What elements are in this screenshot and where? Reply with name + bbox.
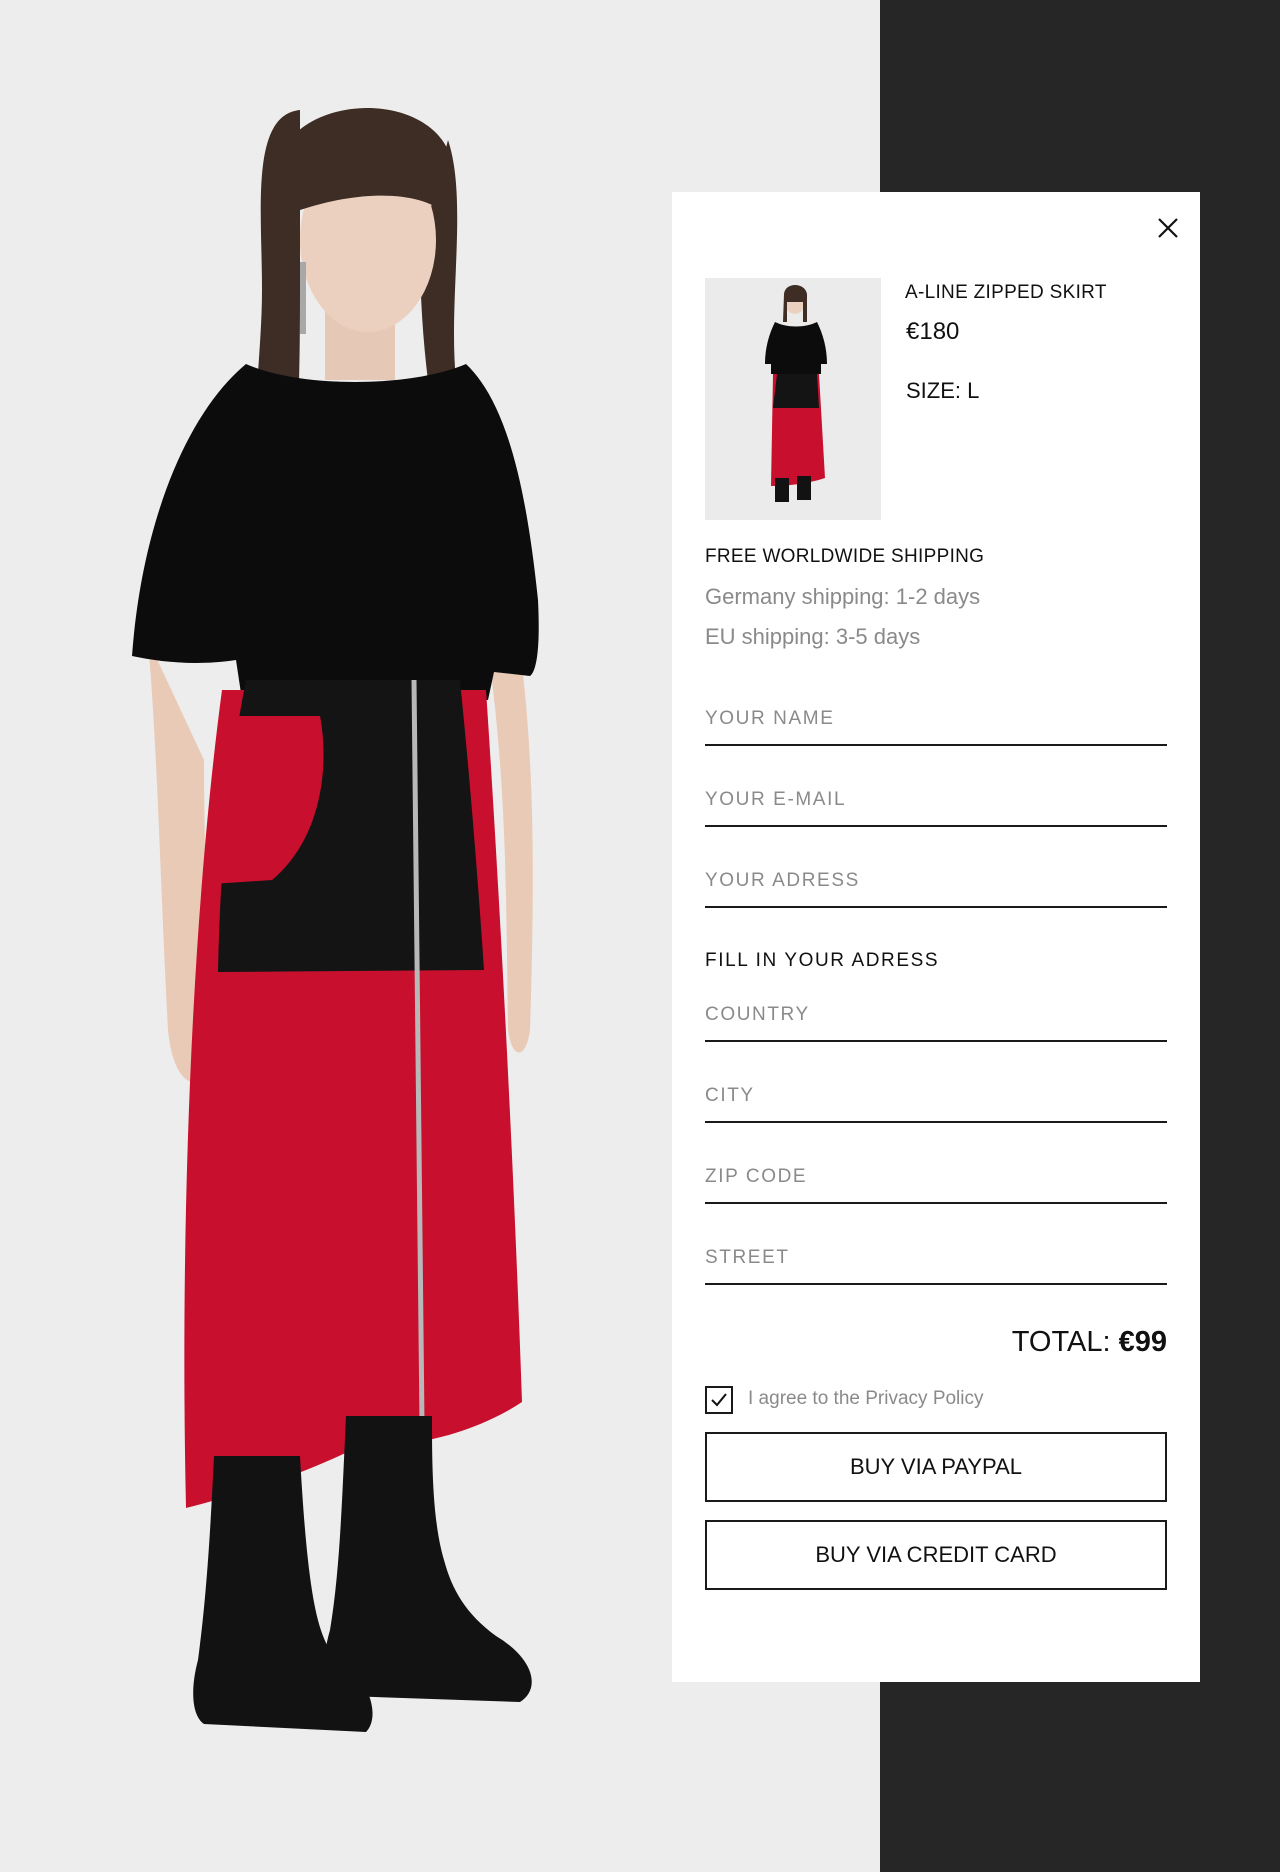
email-placeholder: YOUR E-MAIL: [705, 789, 847, 810]
product-price: €180: [906, 318, 960, 345]
country-field[interactable]: COUNTRY: [705, 990, 1167, 1042]
buy-paypal-button[interactable]: BUY VIA PAYPAL: [705, 1432, 1167, 1502]
checkmark-icon: [711, 1393, 727, 1407]
street-field[interactable]: STREET: [705, 1233, 1167, 1285]
product-size: SIZE: L: [906, 378, 980, 403]
address-section-title: FILL IN YOUR ADRESS: [705, 950, 940, 971]
zip-placeholder: ZIP CODE: [705, 1166, 808, 1187]
email-field[interactable]: YOUR E-MAIL: [705, 775, 1167, 827]
shipping-eu: EU shipping: 3-5 days: [705, 624, 921, 649]
total-label: TOTAL:: [1011, 1326, 1111, 1358]
close-icon: [1158, 218, 1178, 238]
order-panel: A-LINE ZIPPED SKIRT €180 SIZE: L FREE WO…: [672, 192, 1200, 1682]
buy-credit-card-button[interactable]: BUY VIA CREDIT CARD: [705, 1520, 1167, 1590]
shipping-title: FREE WORLDWIDE SHIPPING: [705, 546, 985, 567]
privacy-checkbox[interactable]: [705, 1386, 733, 1414]
city-field[interactable]: CITY: [705, 1071, 1167, 1123]
street-placeholder: STREET: [705, 1247, 790, 1268]
close-button[interactable]: [1152, 212, 1184, 244]
privacy-label: I agree to the Privacy Policy: [748, 1388, 984, 1409]
order-total: TOTAL: €99: [1012, 1326, 1167, 1359]
address-placeholder: YOUR ADRESS: [705, 870, 860, 891]
name-placeholder: YOUR NAME: [705, 708, 835, 729]
city-placeholder: CITY: [705, 1085, 755, 1106]
product-name: A-LINE ZIPPED SKIRT: [905, 282, 1107, 303]
address-field[interactable]: YOUR ADRESS: [705, 856, 1167, 908]
country-placeholder: COUNTRY: [705, 1004, 810, 1025]
zip-field[interactable]: ZIP CODE: [705, 1152, 1167, 1204]
shipping-germany: Germany shipping: 1-2 days: [705, 584, 981, 609]
product-thumbnail: [705, 278, 881, 520]
name-field[interactable]: YOUR NAME: [705, 694, 1167, 746]
total-value: €99: [1118, 1326, 1167, 1358]
